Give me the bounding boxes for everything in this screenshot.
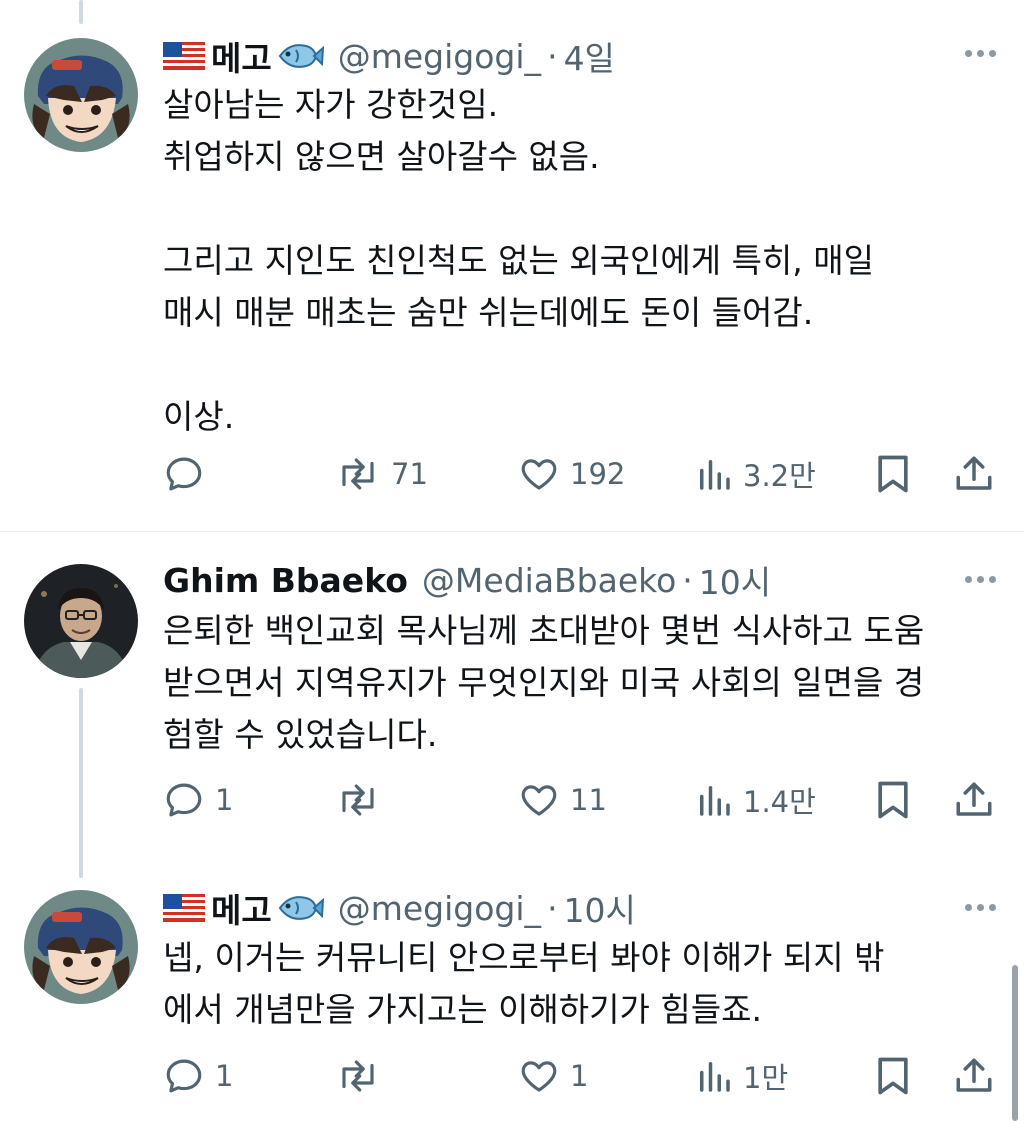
more-options-icon[interactable]	[965, 904, 996, 911]
views-chart-icon	[700, 460, 730, 490]
tweet-3[interactable]: 메고 @megigogi_ · 10시 넵, 이거는 커뮤니티 안으로부터 봐야…	[0, 862, 1024, 1121]
like-count: 192	[570, 457, 626, 491]
heart-icon	[521, 1061, 557, 1092]
us-flag-icon	[163, 894, 205, 922]
views-chart-icon	[700, 1062, 730, 1092]
like-count: 1	[570, 1059, 589, 1093]
scrollbar[interactable]	[1012, 965, 1018, 1121]
bookmark-icon	[878, 455, 908, 493]
view-count: 1.4만	[743, 785, 816, 819]
text-line: 받으면서 지역유지가 무엇인지와 미국 사회의 일면을 경	[163, 663, 925, 702]
share-icon	[956, 1058, 992, 1092]
text-line: 험할 수 있었습니다.	[163, 715, 438, 754]
bookmark-button[interactable]	[873, 774, 913, 826]
text-line: 그리고 지인도 친인척도 없는 외국인에게 특히, 매일	[163, 241, 874, 280]
text-line: 에서 개념만을 가지고는 이해하기가 힘들죠.	[163, 990, 762, 1029]
action-bar: 1 1 1만	[163, 1050, 998, 1102]
author-name[interactable]: 메고	[163, 884, 324, 932]
anime-avatar-image	[24, 890, 138, 1004]
retweet-button[interactable]	[335, 774, 391, 826]
fish-icon	[278, 44, 324, 68]
heart-icon	[521, 785, 557, 816]
more-options-icon[interactable]	[965, 50, 996, 57]
tweet-1[interactable]: 메고 @megigogi_ · 4일 살아남는 자가 강한것임. 취업하지 않으…	[0, 0, 1024, 530]
tweet-header: 메고 @megigogi_ · 4일	[163, 30, 615, 82]
retweet-icon	[342, 784, 374, 816]
like-button[interactable]: 192	[518, 448, 625, 500]
bookmark-icon	[878, 1057, 908, 1095]
profile-photo-image	[24, 564, 138, 678]
view-count: 3.2만	[743, 459, 816, 493]
tweet-timestamp[interactable]: 10시	[699, 556, 771, 604]
views-button[interactable]: 1만	[695, 1050, 788, 1102]
bookmark-button[interactable]	[873, 448, 913, 500]
text-line: 살아남는 자가 강한것임.	[163, 85, 499, 124]
like-button[interactable]: 11	[518, 774, 607, 826]
like-count: 11	[570, 783, 607, 817]
tweet-text: 살아남는 자가 강한것임. 취업하지 않으면 살아갈수 없음. 그리고 지인도 …	[163, 79, 1004, 443]
author-name[interactable]: Ghim Bbaeko	[163, 561, 408, 600]
action-bar: 1 11 1.4만	[163, 774, 998, 826]
avatar-mediabbaeko[interactable]	[24, 564, 138, 678]
views-button[interactable]: 3.2만	[695, 448, 816, 500]
fish-icon	[278, 896, 324, 920]
anime-avatar-image	[24, 38, 138, 152]
text-line	[163, 339, 1004, 391]
tweet-header: 메고 @megigogi_ · 10시	[163, 882, 636, 934]
views-chart-icon	[700, 786, 730, 816]
author-name[interactable]: 메고	[163, 32, 324, 80]
retweet-icon	[342, 458, 374, 490]
retweet-icon	[342, 1060, 374, 1092]
share-button[interactable]	[953, 448, 995, 500]
retweet-button[interactable]: 71	[335, 448, 428, 500]
author-handle[interactable]: @MediaBbaeko	[422, 561, 676, 600]
text-line: 이상.	[163, 397, 235, 436]
separator-dot: ·	[682, 560, 693, 600]
reply-icon	[166, 1059, 202, 1093]
reply-icon	[166, 457, 202, 491]
bookmark-icon	[878, 781, 908, 819]
reply-button[interactable]	[163, 448, 215, 500]
tweet-text: 넵, 이거는 커뮤니티 안으로부터 봐야 이해가 되지 밖 에서 개념만을 가지…	[163, 932, 1004, 1036]
heart-icon	[521, 459, 557, 490]
retweet-button[interactable]	[335, 1050, 391, 1102]
share-button[interactable]	[953, 1050, 995, 1102]
tweet-text: 은퇴한 백인교회 목사님께 초대받아 몇번 식사하고 도움 받으면서 지역유지가…	[163, 605, 1004, 761]
reply-count: 1	[215, 783, 234, 817]
share-icon	[956, 456, 992, 490]
text-line: 매시 매분 매초는 숨만 쉬는데에도 돈이 들어감.	[163, 293, 814, 332]
reply-count: 1	[215, 1059, 234, 1093]
text-line	[163, 183, 1004, 235]
more-options-icon[interactable]	[965, 576, 996, 583]
separator-dot: ·	[547, 36, 558, 76]
tweet-timestamp[interactable]: 10시	[564, 884, 636, 932]
reply-button[interactable]: 1	[163, 1050, 233, 1102]
share-button[interactable]	[953, 774, 995, 826]
retweet-count: 71	[391, 457, 428, 491]
text-line: 은퇴한 백인교회 목사님께 초대받아 몇번 식사하고 도움	[163, 611, 925, 650]
text-line: 취업하지 않으면 살아갈수 없음.	[163, 137, 600, 176]
avatar-megigogi[interactable]	[24, 890, 138, 1004]
action-bar: 71 192 3.2만	[163, 448, 998, 500]
bookmark-button[interactable]	[873, 1050, 913, 1102]
tweet-timestamp[interactable]: 4일	[564, 32, 615, 80]
share-icon	[956, 782, 992, 816]
separator-dot: ·	[547, 888, 558, 928]
author-handle[interactable]: @megigogi_	[338, 889, 541, 928]
author-handle[interactable]: @megigogi_	[338, 37, 541, 76]
tweet-header: Ghim Bbaeko @MediaBbaeko · 10시	[163, 554, 771, 606]
view-count: 1만	[743, 1061, 789, 1095]
avatar-megigogi[interactable]	[24, 38, 138, 152]
reply-button[interactable]: 1	[163, 774, 233, 826]
tweet-2[interactable]: Ghim Bbaeko @MediaBbaeko · 10시 은퇴한 백인교회 …	[0, 532, 1024, 862]
text-line: 넵, 이거는 커뮤니티 안으로부터 봐야 이해가 되지 밖	[163, 938, 885, 977]
like-button[interactable]: 1	[518, 1050, 588, 1102]
reply-icon	[166, 783, 202, 817]
us-flag-icon	[163, 42, 205, 70]
views-button[interactable]: 1.4만	[695, 774, 816, 826]
